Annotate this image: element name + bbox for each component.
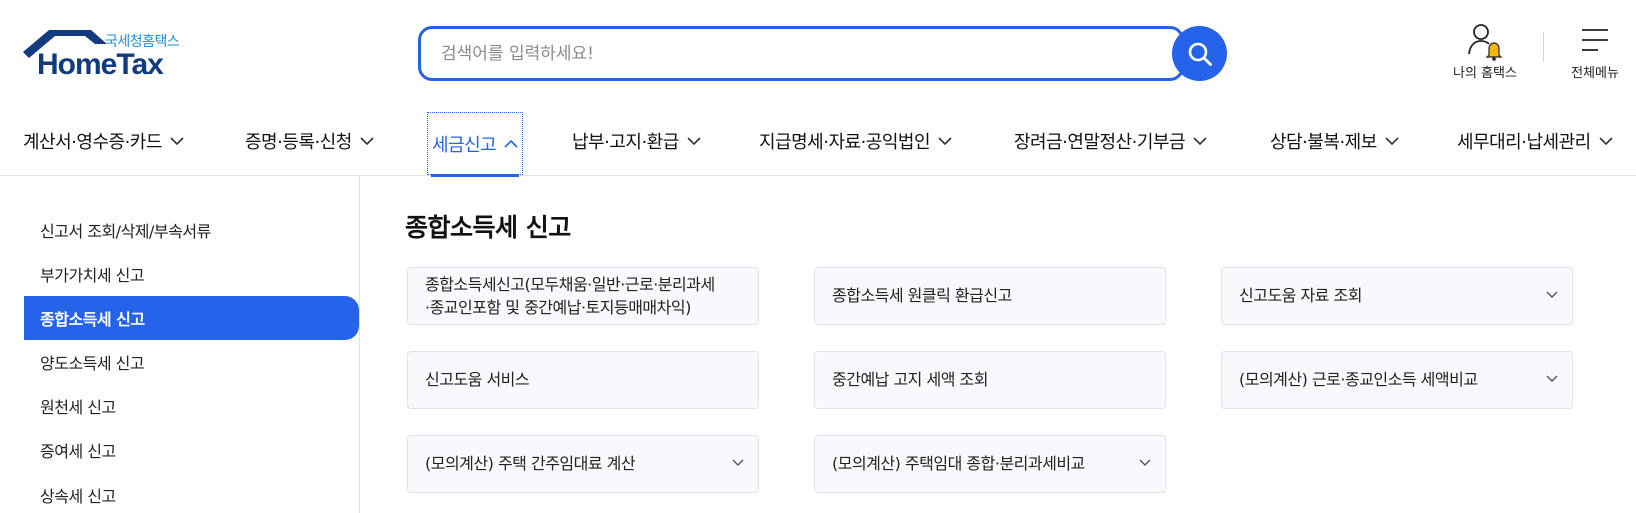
menu-card-sim-rental-compare[interactable]: (모의계산) 주택임대 종합·분리과세비교 <box>814 435 1166 493</box>
lnb-item-label: 부가가치세 신고 <box>40 266 145 285</box>
search-bar <box>418 26 1228 81</box>
lnb-item-label: 원천세 신고 <box>40 398 116 417</box>
chevron-down-icon <box>687 136 701 145</box>
chevron-down-icon <box>1385 136 1399 145</box>
lnb-item-income-tax[interactable]: 종합소득세 신고 <box>24 296 359 340</box>
card-label: (모의계산) 주택임대 종합·분리과세비교 <box>832 454 1085 474</box>
search-input[interactable] <box>418 26 1184 81</box>
gnb-item-label: 계산서·영수증·카드 <box>23 132 162 153</box>
hometax-logo[interactable]: 국세청홈택스 HomeTax <box>23 26 193 82</box>
card-label: 신고도움 서비스 <box>425 370 530 390</box>
my-hometax-label: 나의 홈택스 <box>1453 66 1517 81</box>
menu-card-sim-labor-religious[interactable]: (모의계산) 근로·종교인소득 세액비교 <box>1221 351 1573 409</box>
user-bell-icon <box>1468 24 1503 61</box>
lnb-item-capital-gains[interactable]: 양도소득세 신고 <box>24 340 359 384</box>
all-menu-label: 전체메뉴 <box>1571 66 1619 81</box>
lnb-item-label: 신고서 조회/삭제/부속서류 <box>40 222 211 241</box>
lnb-item-filing-inquiry[interactable]: 신고서 조회/삭제/부속서류 <box>24 208 359 252</box>
chevron-down-icon <box>938 136 952 145</box>
lnb-item-withholding[interactable]: 원천세 신고 <box>24 384 359 428</box>
gnb-item-payment-statements[interactable]: 지급명세·자료·공익법인 <box>759 106 952 176</box>
menu-card-filing-help-service[interactable]: 신고도움 서비스 <box>407 351 759 409</box>
gnb-item-label: 세금신고 <box>432 134 497 156</box>
lnb-item-label: 양도소득세 신고 <box>40 354 145 373</box>
chevron-down-icon <box>732 459 744 466</box>
gnb-item-tax-filing[interactable]: 세금신고 <box>427 112 524 177</box>
card-label: 종합소득세신고(모두채움·일반·근로·분리과세·종교인포함 및 중간예납·토지등… <box>425 274 715 317</box>
gnb-item-payment[interactable]: 납부·고지·환급 <box>572 106 701 176</box>
lnb-item-label: 증여세 신고 <box>40 442 116 461</box>
global-nav: 계산서·영수증·카드 증명·등록·신청 세금신고 납부·고지·환급 지급명세·자… <box>0 106 1636 177</box>
lnb-item-gift-tax[interactable]: 증여세 신고 <box>24 428 359 472</box>
card-label: 중간예납 고지 세액 조회 <box>832 370 988 390</box>
search-icon <box>1188 42 1212 66</box>
gnb-item-certificates[interactable]: 증명·등록·신청 <box>245 106 374 176</box>
chevron-down-icon <box>1599 136 1613 145</box>
gnb-item-consultation[interactable]: 상담·불복·제보 <box>1270 106 1399 176</box>
chevron-down-icon <box>1546 291 1558 298</box>
hamburger-icon <box>1582 29 1608 51</box>
gnb-item-tax-agent[interactable]: 세무대리·납세관리 <box>1457 106 1613 176</box>
chevron-down-icon <box>1546 375 1558 382</box>
page-title: 종합소득세 신고 <box>405 213 571 242</box>
lnb-item-label: 종합소득세 신고 <box>40 310 145 329</box>
menu-card-income-tax-filing[interactable]: 종합소득세신고(모두채움·일반·근로·분리과세·종교인포함 및 중간예납·토지등… <box>407 267 759 325</box>
card-label: (모의계산) 주택 간주임대료 계산 <box>425 454 636 474</box>
search-button[interactable] <box>1172 26 1227 81</box>
chevron-down-icon <box>1193 136 1207 145</box>
chevron-down-icon <box>170 136 184 145</box>
gnb-item-receipts[interactable]: 계산서·영수증·카드 <box>23 106 184 176</box>
logo-wordmark: HomeTax <box>37 48 164 81</box>
menu-card-sim-deemed-rent[interactable]: (모의계산) 주택 간주임대료 계산 <box>407 435 759 493</box>
card-label: (모의계산) 근로·종교인소득 세액비교 <box>1239 370 1478 390</box>
lnb-item-vat[interactable]: 부가가치세 신고 <box>24 252 359 296</box>
gnb-item-incentives[interactable]: 장려금·연말정산·기부금 <box>1014 106 1207 176</box>
chevron-down-icon <box>1139 459 1151 466</box>
side-nav: 신고서 조회/삭제/부속서류 부가가치세 신고 종합소득세 신고 양도소득세 신… <box>0 176 360 513</box>
my-hometax-button[interactable]: 나의 홈택스 <box>1440 22 1530 81</box>
menu-card-one-click-refund[interactable]: 종합소득세 원클릭 환급신고 <box>814 267 1166 325</box>
menu-card-filing-help-data[interactable]: 신고도움 자료 조회 <box>1221 267 1573 325</box>
menu-card-interim-prepayment[interactable]: 중간예납 고지 세액 조회 <box>814 351 1166 409</box>
gnb-item-label: 지급명세·자료·공익법인 <box>759 132 931 153</box>
all-menu-button[interactable]: 전체메뉴 <box>1557 22 1633 81</box>
lnb-item-inheritance-tax[interactable]: 상속세 신고 <box>24 473 359 513</box>
gnb-item-label: 증명·등록·신청 <box>245 132 352 153</box>
card-label: 신고도움 자료 조회 <box>1239 286 1362 306</box>
gnb-item-label: 납부·고지·환급 <box>572 132 679 153</box>
chevron-up-icon <box>504 139 518 148</box>
lnb-item-label: 상속세 신고 <box>40 487 116 506</box>
gnb-item-label: 장려금·연말정산·기부금 <box>1014 132 1186 153</box>
card-label: 종합소득세 원클릭 환급신고 <box>832 286 1012 306</box>
gnb-item-label: 상담·불복·제보 <box>1270 132 1377 153</box>
util-divider <box>1543 32 1544 62</box>
chevron-down-icon <box>360 136 374 145</box>
gnb-item-label: 세무대리·납세관리 <box>1457 132 1591 153</box>
